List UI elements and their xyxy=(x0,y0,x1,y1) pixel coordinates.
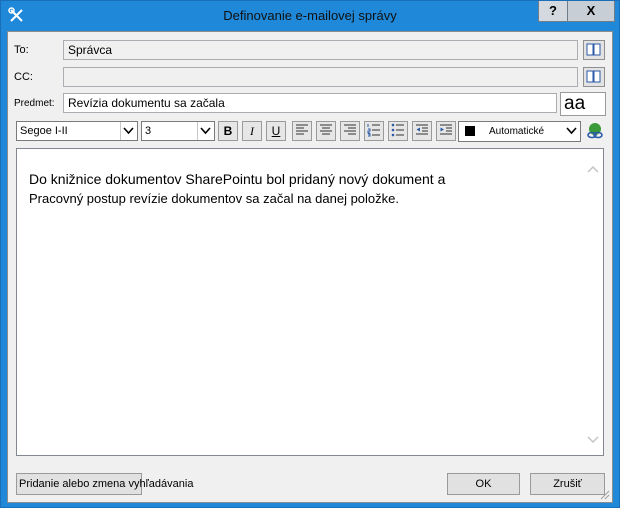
scroll-down-icon[interactable] xyxy=(587,435,599,445)
cancel-button[interactable]: Zrušiť xyxy=(530,473,605,495)
subject-label: Predmet: xyxy=(14,98,55,109)
hyperlink-icon xyxy=(587,123,603,139)
message-body-line: Do knižnice dokumentov SharePointu bol p… xyxy=(29,171,446,187)
hyperlink-button[interactable] xyxy=(585,121,605,141)
cc-field[interactable] xyxy=(63,67,578,87)
align-left-button[interactable] xyxy=(292,121,312,141)
font-select-value: Segoe I-II xyxy=(20,125,68,137)
dialog-window: Definovanie e-mailovej správy ? X To: Sp… xyxy=(0,0,620,508)
cc-label: CC: xyxy=(14,71,33,83)
font-select-arrow[interactable] xyxy=(120,122,137,140)
address-book-icon xyxy=(586,43,601,56)
chevron-down-icon xyxy=(123,127,134,135)
bulleted-list-icon xyxy=(391,123,404,137)
dialog-content: To: Správca CC: Predmet: Revízia dokumen… xyxy=(7,31,613,503)
bold-button[interactable]: B xyxy=(218,121,238,141)
ok-button[interactable]: OK xyxy=(447,473,520,495)
message-body-text[interactable]: Do knižnice dokumentov SharePointu bol p… xyxy=(29,169,445,209)
close-button[interactable]: X xyxy=(567,1,615,22)
help-button[interactable]: ? xyxy=(538,1,568,22)
numbered-list-button[interactable] xyxy=(364,121,384,141)
align-right-icon xyxy=(344,124,356,135)
decrease-indent-icon xyxy=(416,124,428,135)
lookup-button[interactable]: Pridanie alebo zmena vyhľadávania xyxy=(16,473,193,495)
bulleted-list-button[interactable] xyxy=(388,121,408,141)
align-right-button[interactable] xyxy=(340,121,360,141)
to-field[interactable]: Správca xyxy=(63,40,578,60)
message-body-line: Pracovný postup revízie dokumentov sa za… xyxy=(29,191,399,206)
chevron-down-icon xyxy=(200,127,211,135)
italic-button[interactable]: I xyxy=(242,121,262,141)
scroll-up-icon[interactable] xyxy=(587,164,599,174)
to-label: To: xyxy=(14,44,29,56)
cc-address-book-button[interactable] xyxy=(583,67,605,87)
window-title: Definovanie e-mailovej správy xyxy=(223,8,397,23)
color-swatch xyxy=(465,126,475,136)
chevron-down-icon xyxy=(566,127,577,135)
underline-button[interactable]: U xyxy=(266,121,286,141)
address-book-icon xyxy=(586,70,601,83)
font-color-value: Automatické xyxy=(489,126,545,137)
align-center-button[interactable] xyxy=(316,121,336,141)
font-preview-box: aa xyxy=(560,92,606,116)
increase-indent-button[interactable] xyxy=(436,121,456,141)
size-select-value: 3 xyxy=(145,125,152,137)
font-color-arrow[interactable] xyxy=(564,122,580,140)
subject-field[interactable]: Revízia dokumentu sa začala xyxy=(63,93,557,113)
increase-indent-icon xyxy=(440,124,452,135)
message-body-editor[interactable]: Do knižnice dokumentov SharePointu bol p… xyxy=(16,148,604,456)
align-left-icon xyxy=(296,124,308,135)
size-select[interactable]: 3 xyxy=(141,121,215,141)
to-address-book-button[interactable] xyxy=(583,40,605,60)
decrease-indent-button[interactable] xyxy=(412,121,432,141)
font-select[interactable]: Segoe I-II xyxy=(16,121,138,141)
size-select-arrow[interactable] xyxy=(197,122,214,140)
font-color-select[interactable]: Automatické xyxy=(458,121,581,142)
numbered-list-icon xyxy=(367,124,380,137)
title-bar: Definovanie e-mailovej správy ? X xyxy=(1,1,619,31)
align-center-icon xyxy=(320,124,332,135)
resize-grip-icon[interactable] xyxy=(600,490,610,500)
